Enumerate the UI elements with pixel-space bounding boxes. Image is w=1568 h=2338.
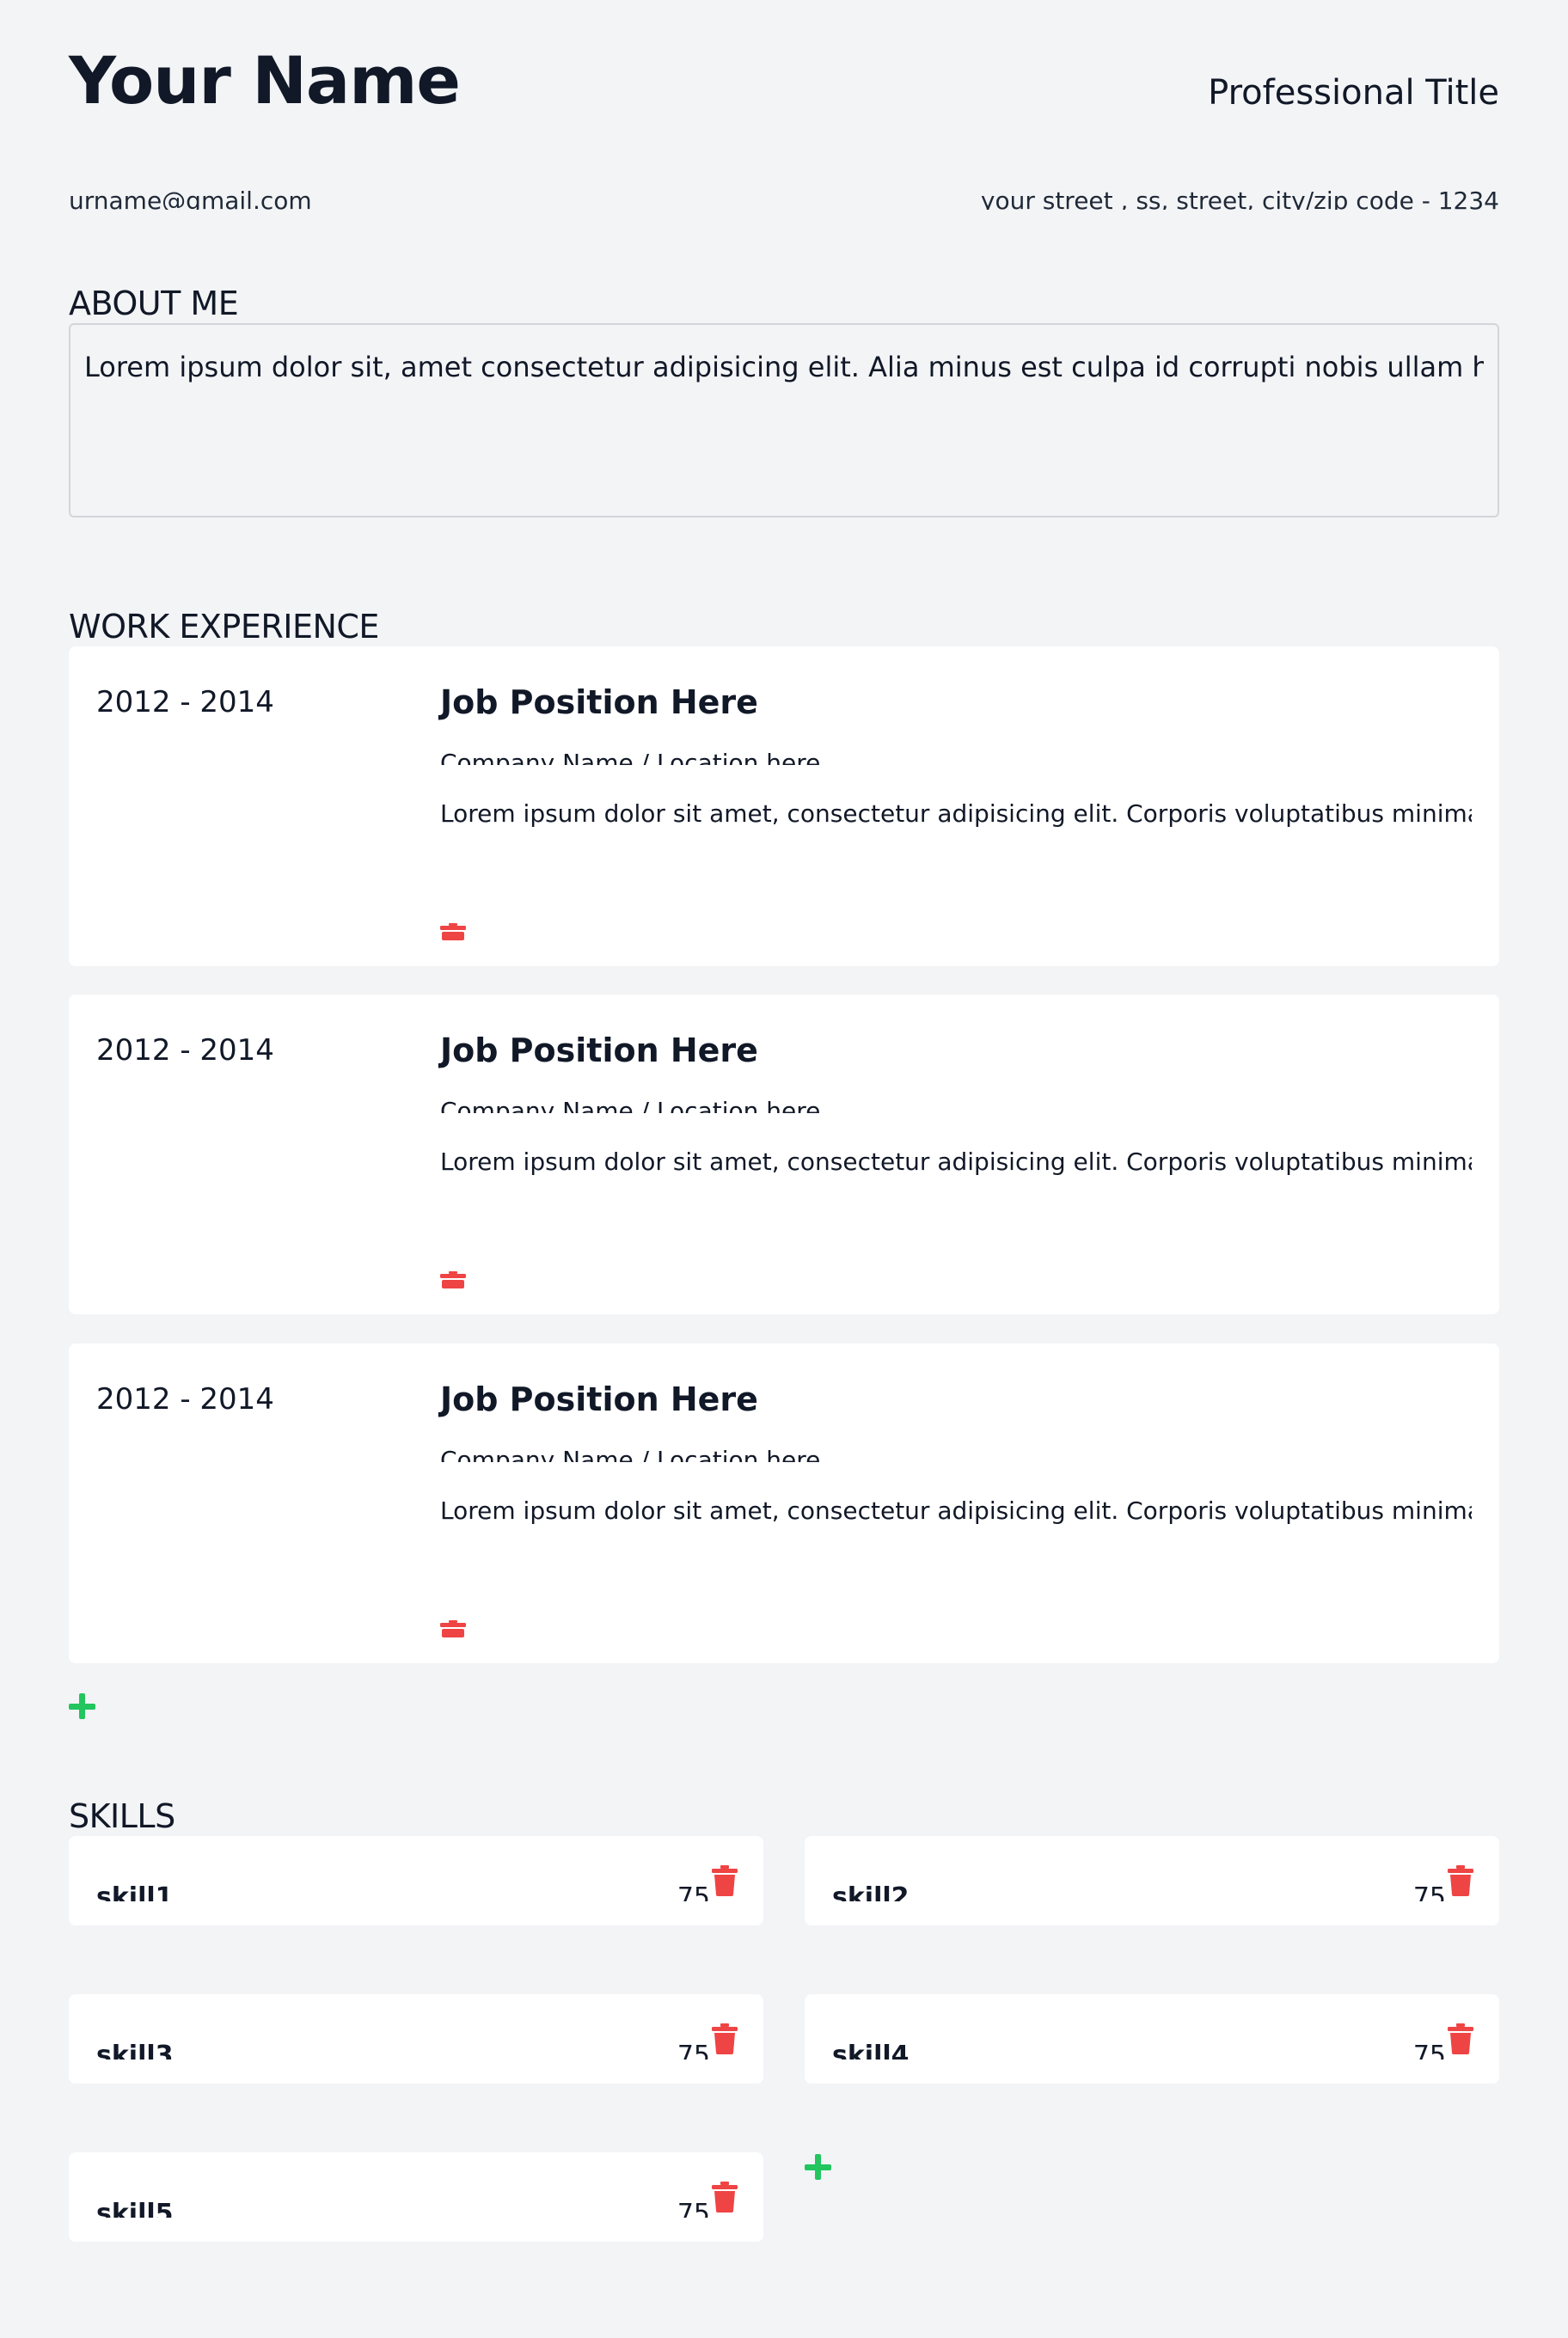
trash-icon[interactable]: [712, 2182, 738, 2213]
name-heading[interactable]: Your Name: [69, 48, 461, 113]
address-field[interactable]: your street , ss, street, city/zip code …: [981, 184, 1499, 210]
trash-icon[interactable]: [440, 1620, 466, 1637]
trash-icon[interactable]: [440, 1271, 466, 1288]
work-experience-heading: WORK EXPERIENCE: [69, 608, 379, 646]
trash-icon[interactable]: [712, 2023, 738, 2054]
skill-level[interactable]: 75: [1413, 1881, 1446, 1901]
add-skill-plus-icon[interactable]: [801, 2151, 836, 2185]
professional-title[interactable]: Professional Title: [1208, 76, 1499, 110]
trash-icon[interactable]: [712, 1865, 738, 1896]
company-location[interactable]: Company Name / Location here: [440, 1443, 820, 1462]
trash-icon[interactable]: [440, 923, 466, 940]
job-description[interactable]: Lorem ipsum dolor sit amet, consectetur …: [440, 1149, 1472, 1176]
work-experience-card: 2012 - 2014 Job Position Here Company Na…: [69, 646, 1499, 966]
work-experience-card: 2012 - 2014 Job Position Here Company Na…: [69, 995, 1499, 1314]
skill-name[interactable]: skill2: [832, 1881, 910, 1901]
skill-card: skill4 75: [805, 1994, 1499, 2084]
skill-card: skill2 75: [805, 1836, 1499, 1925]
job-position[interactable]: Job Position Here: [440, 1383, 758, 1416]
skill-level[interactable]: 75: [677, 1881, 710, 1901]
company-location[interactable]: Company Name / Location here: [440, 746, 820, 765]
work-experience-card: 2012 - 2014 Job Position Here Company Na…: [69, 1343, 1499, 1663]
job-position[interactable]: Job Position Here: [440, 686, 758, 719]
skill-name[interactable]: skill1: [96, 1881, 174, 1901]
trash-icon[interactable]: [1448, 2023, 1473, 2054]
skill-name[interactable]: skill5: [96, 2197, 174, 2218]
skill-name[interactable]: skill4: [832, 2039, 910, 2060]
work-dates[interactable]: 2012 - 2014: [96, 1385, 274, 1414]
job-description[interactable]: Lorem ipsum dolor sit amet, consectetur …: [440, 1498, 1472, 1525]
skill-level[interactable]: 75: [1413, 2039, 1446, 2060]
about-heading: ABOUT ME: [69, 285, 239, 322]
work-dates[interactable]: 2012 - 2014: [96, 1036, 274, 1065]
add-work-plus-icon[interactable]: [65, 1690, 100, 1724]
skill-level[interactable]: 75: [677, 2039, 710, 2060]
job-position[interactable]: Job Position Here: [440, 1034, 758, 1067]
skill-level[interactable]: 75: [677, 2197, 710, 2218]
resume-page: Your Name Professional Title urname@gmai…: [0, 0, 1568, 2338]
skill-card: skill3 75: [69, 1994, 763, 2084]
about-text[interactable]: Lorem ipsum dolor sit, amet consectetur …: [84, 352, 1484, 383]
skills-heading: SKILLS: [69, 1797, 175, 1835]
work-dates[interactable]: 2012 - 2014: [96, 688, 274, 717]
company-location[interactable]: Company Name / Location here: [440, 1094, 820, 1113]
email-field[interactable]: urname@gmail.com: [69, 184, 312, 210]
trash-icon[interactable]: [1448, 1865, 1473, 1896]
skill-name[interactable]: skill3: [96, 2039, 174, 2060]
skill-card: skill1 75: [69, 1836, 763, 1925]
about-textarea[interactable]: Lorem ipsum dolor sit, amet consectetur …: [69, 323, 1499, 517]
skill-card: skill5 75: [69, 2152, 763, 2242]
job-description[interactable]: Lorem ipsum dolor sit amet, consectetur …: [440, 801, 1472, 828]
